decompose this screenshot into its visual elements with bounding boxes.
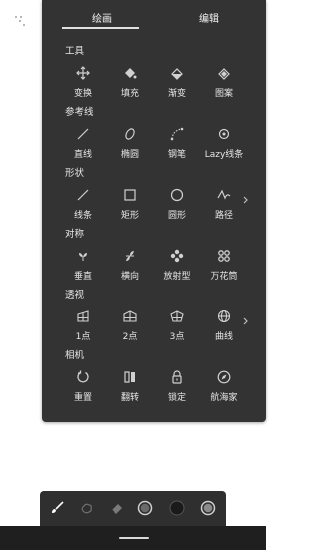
two-point-perspective-icon <box>123 310 137 322</box>
lazy-line-icon <box>218 128 230 140</box>
curve-perspective-icon <box>217 309 231 323</box>
vertical-symmetry-icon <box>79 253 87 261</box>
one-point-perspective-icon <box>77 310 89 322</box>
resize-handle-icon <box>15 16 25 26</box>
tool-pattern[interactable]: 图案 <box>196 65 252 101</box>
section-title-shapes: 形状 <box>65 168 85 179</box>
reset-icon <box>77 370 89 383</box>
symmetry-kaleidoscope[interactable]: 万花筒 <box>196 248 252 284</box>
active-tab-indicator <box>62 27 139 29</box>
section-title-symmetry: 对称 <box>65 229 85 240</box>
panel-tabs: 绘画 编辑 <box>42 0 266 30</box>
rectangle-icon <box>124 189 136 201</box>
pen-curve-icon <box>170 127 184 141</box>
straight-line-icon <box>77 128 89 140</box>
eraser-icon[interactable] <box>108 499 126 517</box>
radial-symmetry-icon <box>170 249 184 263</box>
color-swatch-icon[interactable] <box>168 499 186 517</box>
guide-lazy-line[interactable]: Lazy线条 <box>196 126 252 162</box>
tab-paint[interactable]: 绘画 <box>92 10 112 25</box>
smudge-icon[interactable] <box>78 499 96 517</box>
section-title-guides: 参考线 <box>65 107 94 118</box>
system-nav-bar <box>0 526 266 550</box>
section-title-camera: 相机 <box>65 350 85 361</box>
kaleidoscope-icon <box>218 250 230 262</box>
move-arrows-icon <box>76 66 90 80</box>
perspective-curve[interactable]: 曲线 <box>196 308 252 344</box>
chevron-right-icon[interactable] <box>241 316 251 326</box>
tools-panel: 绘画 编辑 工具 变换 填充 渐变 图案 参考线 直线 椭圆 钢笔 Lazy线条… <box>42 0 266 422</box>
shape-path[interactable]: 路径 <box>196 187 252 223</box>
brush-icon[interactable] <box>48 499 66 517</box>
home-indicator[interactable] <box>119 537 149 539</box>
navigator-compass-icon <box>217 370 231 384</box>
paint-bucket-icon <box>125 68 137 79</box>
circle-icon <box>170 188 184 202</box>
opacity-icon[interactable] <box>199 499 217 517</box>
section-title-tools: 工具 <box>65 46 85 57</box>
chevron-right-icon[interactable] <box>241 195 251 205</box>
ellipse-guide-icon <box>125 128 135 140</box>
bottom-toolbar <box>40 491 226 526</box>
brush-size-icon[interactable] <box>136 499 154 517</box>
path-icon <box>217 189 231 200</box>
flip-icon <box>124 371 135 383</box>
horizontal-symmetry-icon <box>126 251 134 261</box>
pattern-fill-icon <box>218 68 230 80</box>
line-shape-icon <box>77 189 89 201</box>
three-point-perspective-icon <box>170 310 184 322</box>
section-title-perspective: 透视 <box>65 290 85 301</box>
tab-edit[interactable]: 编辑 <box>199 10 219 25</box>
gradient-icon <box>171 68 183 80</box>
lock-icon <box>172 370 182 384</box>
camera-navigator[interactable]: 航海家 <box>196 369 252 405</box>
